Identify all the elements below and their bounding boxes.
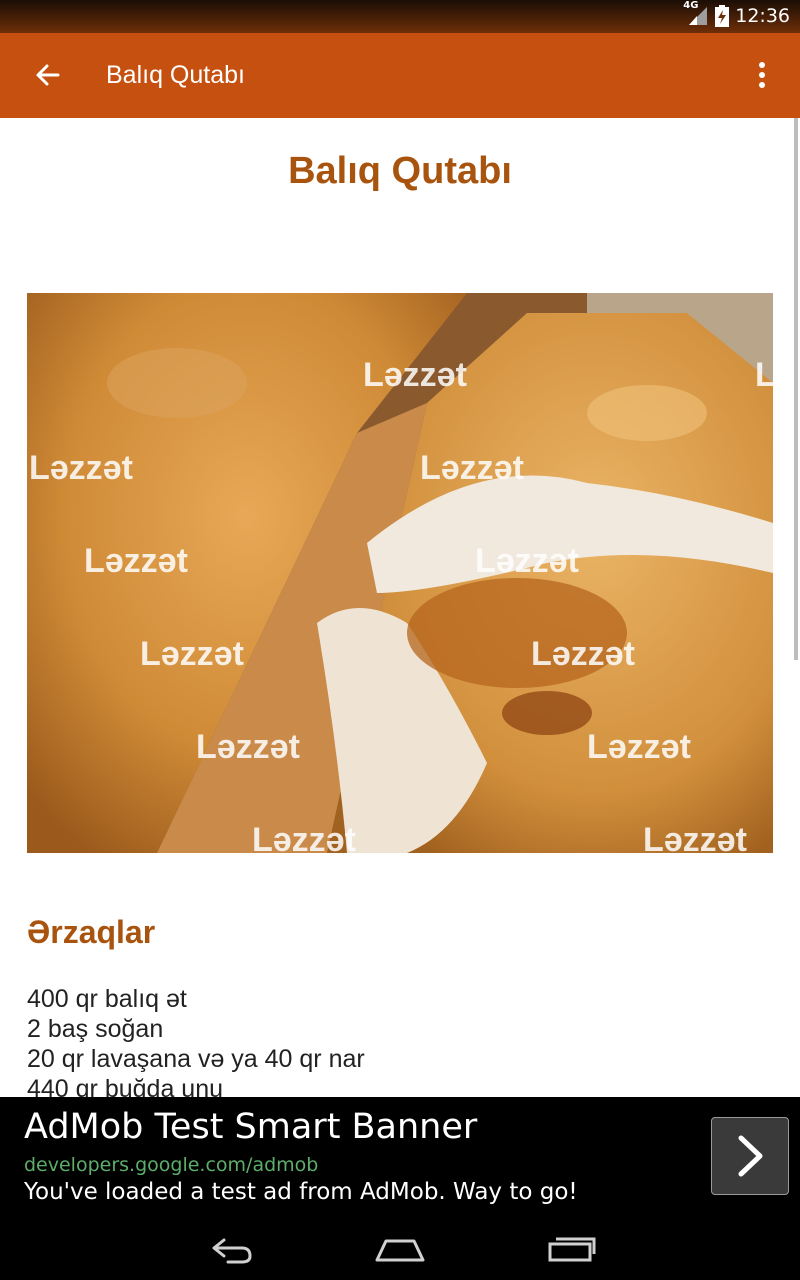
back-button[interactable] — [26, 53, 70, 97]
nav-home-icon — [375, 1239, 425, 1262]
chevron-right-icon — [738, 1135, 763, 1177]
battery-icon — [715, 5, 730, 27]
ingredients-heading: Ərzaqlar — [27, 914, 156, 950]
ad-url[interactable]: developers.google.com/admob — [24, 1154, 318, 1176]
ad-open-button[interactable] — [711, 1117, 789, 1195]
svg-text:Ləzzət: Ləzzət — [252, 821, 356, 853]
nav-back-icon — [212, 1238, 252, 1264]
recipe-content[interactable]: Balıq Qutabı Ləzzət L Ləzzət Ləzzət Ləzz… — [0, 118, 800, 1097]
signal-icon: 4G — [683, 0, 709, 27]
svg-text:Ləzzət: Ləzzət — [643, 821, 747, 853]
list-item: 400 qr balıq ət — [27, 985, 187, 1013]
recipe-title: Balıq Qutabı — [288, 150, 512, 192]
nav-home-button[interactable] — [368, 1226, 432, 1266]
ad-description: You've loaded a test ad from AdMob. Way … — [24, 1179, 578, 1205]
status-bar: 4G 12:36 — [0, 0, 800, 33]
arrow-left-icon — [36, 64, 60, 86]
nav-recents-icon — [548, 1237, 596, 1262]
svg-text:Ləzzət: Ləzzət — [140, 635, 244, 673]
svg-text:Ləzzət: Ləzzət — [363, 356, 467, 394]
nav-recents-button[interactable] — [540, 1226, 604, 1266]
overflow-menu-button[interactable] — [746, 55, 778, 95]
nav-back-button[interactable] — [198, 1226, 262, 1266]
recipe-photo: Ləzzət L Ləzzət Ləzzət Ləzzət Ləzzət Ləz… — [27, 293, 773, 853]
ingredients-list: 400 qr balıq ət 2 baş soğan 20 qr lavaşa… — [27, 984, 365, 1097]
svg-text:Ləzzət: Ləzzət — [587, 728, 691, 766]
scrollbar[interactable] — [794, 118, 798, 660]
list-item: 20 qr lavaşana və ya 40 qr nar — [27, 1045, 365, 1073]
svg-text:Ləzzət: Ləzzət — [420, 449, 524, 487]
svg-text:L: L — [755, 356, 773, 394]
svg-text:Ləzzət: Ləzzət — [531, 635, 635, 673]
ad-title[interactable]: AdMob Test Smart Banner — [24, 1107, 477, 1147]
svg-text:Ləzzət: Ləzzət — [196, 728, 300, 766]
navigation-bar — [0, 1212, 800, 1280]
ad-banner[interactable]: AdMob Test Smart Banner developers.googl… — [0, 1097, 800, 1212]
list-item: 2 baş soğan — [27, 1015, 164, 1043]
svg-text:Ləzzət: Ləzzət — [29, 449, 133, 487]
more-vert-icon — [759, 62, 765, 88]
network-type: 4G — [683, 0, 699, 11]
clock: 12:36 — [735, 5, 790, 27]
status-icons: 4G 12:36 — [683, 0, 790, 27]
list-item: 440 qr buğda unu — [27, 1075, 224, 1097]
svg-text:Ləzzət: Ləzzət — [475, 542, 579, 580]
app-bar-title: Balıq Qutabı — [106, 61, 245, 89]
app-bar: Balıq Qutabı — [0, 33, 800, 118]
svg-text:Ləzzət: Ləzzət — [84, 542, 188, 580]
